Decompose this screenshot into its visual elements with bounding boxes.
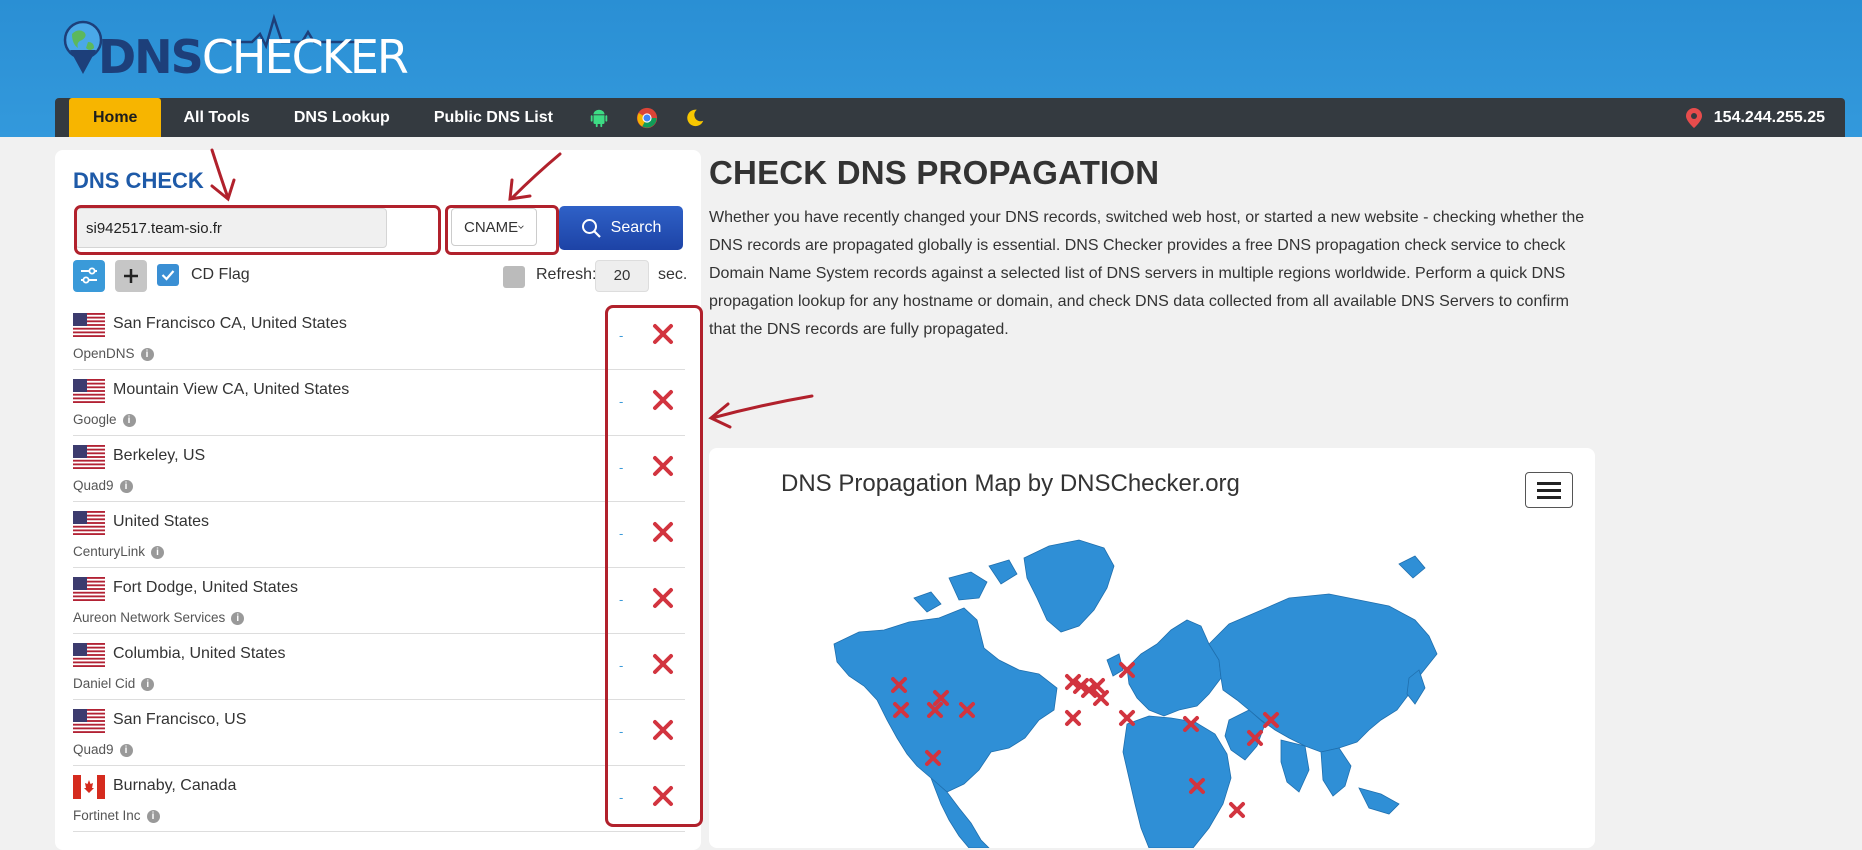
server-provider[interactable]: OpenDNS i xyxy=(73,346,154,361)
us-flag-icon xyxy=(73,709,105,733)
server-location: Berkeley, US xyxy=(113,447,206,464)
server-row: United States CenturyLink i - xyxy=(73,502,685,568)
server-provider-name: Quad9 xyxy=(73,742,114,757)
info-icon[interactable]: i xyxy=(119,479,133,493)
server-provider[interactable]: Daniel Cid i xyxy=(73,676,155,691)
server-row: Mountain View CA, United States Google i - xyxy=(73,370,685,436)
server-provider[interactable]: CenturyLink i xyxy=(73,544,165,559)
us-flag-icon xyxy=(73,643,105,667)
us-flag-icon xyxy=(73,577,105,601)
settings-sliders-button[interactable] xyxy=(73,260,105,292)
map-fail-marker-19 xyxy=(1229,802,1245,818)
nav-home[interactable]: Home xyxy=(69,98,162,137)
location-pin-icon xyxy=(1685,107,1702,128)
android-icon[interactable] xyxy=(588,107,610,129)
search-button[interactable]: Search xyxy=(559,206,683,250)
annotation-arrow-results xyxy=(708,394,814,429)
client-ip-value: 154.244.255.25 xyxy=(1713,108,1825,126)
annotation-highlight-results xyxy=(605,305,703,827)
us-flag-icon xyxy=(73,511,105,535)
info-icon[interactable]: i xyxy=(231,611,245,625)
server-row: San Francisco, US Quad9 i - xyxy=(73,700,685,766)
main-nav: Home All Tools DNS Lookup Public DNS Lis… xyxy=(55,98,1845,137)
server-location: Fort Dodge, United States xyxy=(113,579,298,596)
server-location: United States xyxy=(113,513,210,530)
nav-public-dns-list[interactable]: Public DNS List xyxy=(412,98,575,137)
hamburger-icon-bar xyxy=(1537,488,1561,492)
refresh-unit-label: sec. xyxy=(658,266,688,283)
hamburger-icon-bar xyxy=(1537,481,1561,485)
server-row: Burnaby, Canada Fortinet Inc i - xyxy=(73,766,685,832)
client-ip: 154.244.255.25 xyxy=(1685,98,1825,137)
info-icon[interactable]: i xyxy=(122,413,136,427)
page-title: CHECK DNS PROPAGATION xyxy=(709,154,1160,191)
server-row: Berkeley, US Quad9 i - xyxy=(73,436,685,502)
map-title: DNS Propagation Map by DNSChecker.org xyxy=(781,470,1240,497)
refresh-interval-input[interactable]: 20 xyxy=(595,260,649,292)
server-provider-name: OpenDNS xyxy=(73,346,135,361)
map-fail-marker-11 xyxy=(1093,690,1109,706)
server-provider-name: Aureon Network Services xyxy=(73,610,226,625)
server-provider[interactable]: Fortinet Inc i xyxy=(73,808,160,823)
refresh-label: Refresh: xyxy=(536,266,597,283)
sliders-icon xyxy=(81,267,97,284)
server-row: Fort Dodge, United States Aureon Network … xyxy=(73,568,685,634)
panel-title: DNS CHECK xyxy=(73,168,204,193)
checkmark-icon xyxy=(161,270,175,281)
server-row: Columbia, United States Daniel Cid i - xyxy=(73,634,685,700)
server-location: Columbia, United States xyxy=(113,645,286,662)
server-provider-name: CenturyLink xyxy=(73,544,146,559)
info-icon[interactable]: i xyxy=(141,677,155,691)
auto-refresh-checkbox[interactable] xyxy=(503,266,525,288)
logo-wordmark: DNSCHECKER xyxy=(98,30,409,84)
search-icon xyxy=(581,219,601,238)
server-location: Burnaby, Canada xyxy=(113,777,237,794)
server-location: San Francisco CA, United States xyxy=(113,315,347,332)
chrome-icon[interactable] xyxy=(636,107,658,129)
plus-icon xyxy=(124,269,138,283)
map-menu-button[interactable] xyxy=(1525,472,1573,508)
cd-flag-label: CD Flag xyxy=(191,266,250,283)
info-icon[interactable]: i xyxy=(140,347,154,361)
server-location: San Francisco, US xyxy=(113,711,247,728)
server-row: San Francisco CA, United States OpenDNS i - xyxy=(73,304,685,370)
server-provider[interactable]: Quad9 i xyxy=(73,478,133,493)
moon-icon[interactable] xyxy=(684,107,706,129)
nav-dns-lookup[interactable]: DNS Lookup xyxy=(272,98,412,137)
cd-flag-checkbox[interactable] xyxy=(157,264,179,286)
map-fail-marker-14 xyxy=(1119,710,1135,726)
info-icon[interactable]: i xyxy=(151,545,165,559)
propagation-map-card: DNS Propagation Map by DNSChecker.org xyxy=(709,448,1595,848)
page-description: Whether you have recently changed your D… xyxy=(709,209,1585,338)
info-icon[interactable]: i xyxy=(146,809,160,823)
nav-all-tools[interactable]: All Tools xyxy=(161,98,271,137)
add-server-button[interactable] xyxy=(115,260,147,292)
map-fail-marker-13 xyxy=(1065,710,1081,726)
annotation-highlight-domain xyxy=(74,205,441,255)
server-provider-name: Daniel Cid xyxy=(73,676,136,691)
world-map-continents xyxy=(833,539,1438,848)
us-flag-icon xyxy=(73,445,105,469)
server-location: Mountain View CA, United States xyxy=(113,381,350,398)
info-icon[interactable]: i xyxy=(119,743,133,757)
options-row: CD Flag Refresh: 20 sec. xyxy=(73,260,688,292)
canada-flag-icon xyxy=(73,775,105,799)
server-provider-name: Google xyxy=(73,412,117,427)
dns-server-list: San Francisco CA, United States OpenDNS i -… xyxy=(73,304,685,832)
world-map xyxy=(833,539,1438,848)
hamburger-icon-bar xyxy=(1537,495,1561,499)
server-provider[interactable]: Aureon Network Services i xyxy=(73,610,245,625)
annotation-highlight-record-type xyxy=(445,205,559,255)
us-flag-icon xyxy=(73,379,105,403)
server-provider[interactable]: Quad9 i xyxy=(73,742,133,757)
server-provider-name: Quad9 xyxy=(73,478,114,493)
server-provider[interactable]: Google i xyxy=(73,412,136,427)
search-button-label: Search xyxy=(610,219,662,236)
us-flag-icon xyxy=(73,313,105,337)
server-provider-name: Fortinet Inc xyxy=(73,808,141,823)
